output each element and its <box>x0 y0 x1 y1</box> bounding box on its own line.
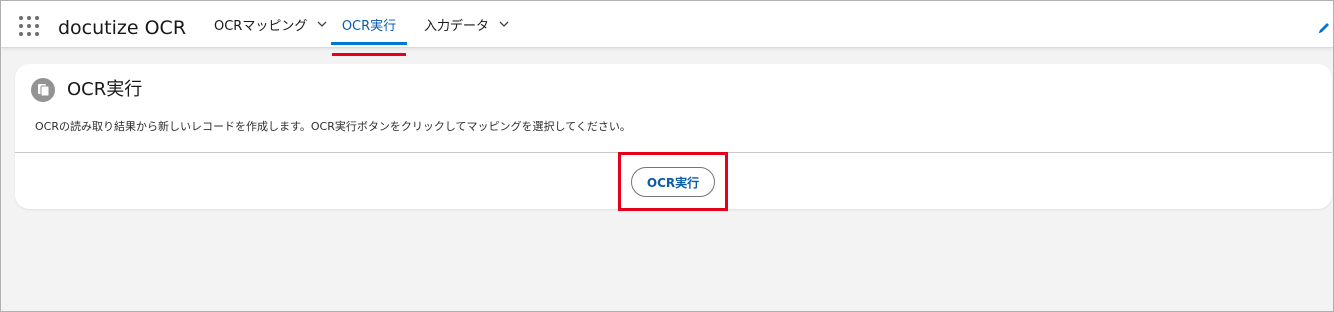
card-title: OCR実行 <box>67 79 143 100</box>
card-divider <box>15 152 1332 153</box>
tab-input-data[interactable]: 入力データ <box>424 1 509 47</box>
document-copy-icon <box>31 78 55 102</box>
tab-ocr-mapping[interactable]: OCRマッピング <box>214 1 327 47</box>
ocr-execute-button[interactable]: OCR実行 <box>631 167 715 197</box>
top-navigation-bar: docutize OCR OCRマッピング OCR実行 入力データ <box>1 1 1333 48</box>
tab-ocr-execute[interactable]: OCR実行 <box>331 1 407 47</box>
annotation-underline <box>332 53 406 56</box>
active-tab-indicator <box>331 42 407 45</box>
card-description: OCRの読み取り結果から新しいレコードを作成します。OCR実行ボタンをクリックし… <box>35 120 631 133</box>
tab-input-data-label: 入力データ <box>424 18 490 34</box>
chevron-down-icon[interactable] <box>317 19 327 29</box>
ocr-execute-card: OCR実行 OCRの読み取り結果から新しいレコードを作成します。OCR実行ボタン… <box>15 64 1332 209</box>
app-launcher-grid-icon[interactable] <box>19 16 39 36</box>
chevron-down-icon[interactable] <box>499 19 509 29</box>
app-name: docutize OCR <box>58 17 187 39</box>
pencil-edit-icon[interactable] <box>1317 21 1331 35</box>
tab-ocr-execute-label: OCR実行 <box>341 18 397 34</box>
tab-ocr-mapping-label: OCRマッピング <box>214 18 308 34</box>
app-window: docutize OCR OCRマッピング OCR実行 入力データ OCR実行 … <box>0 0 1334 312</box>
